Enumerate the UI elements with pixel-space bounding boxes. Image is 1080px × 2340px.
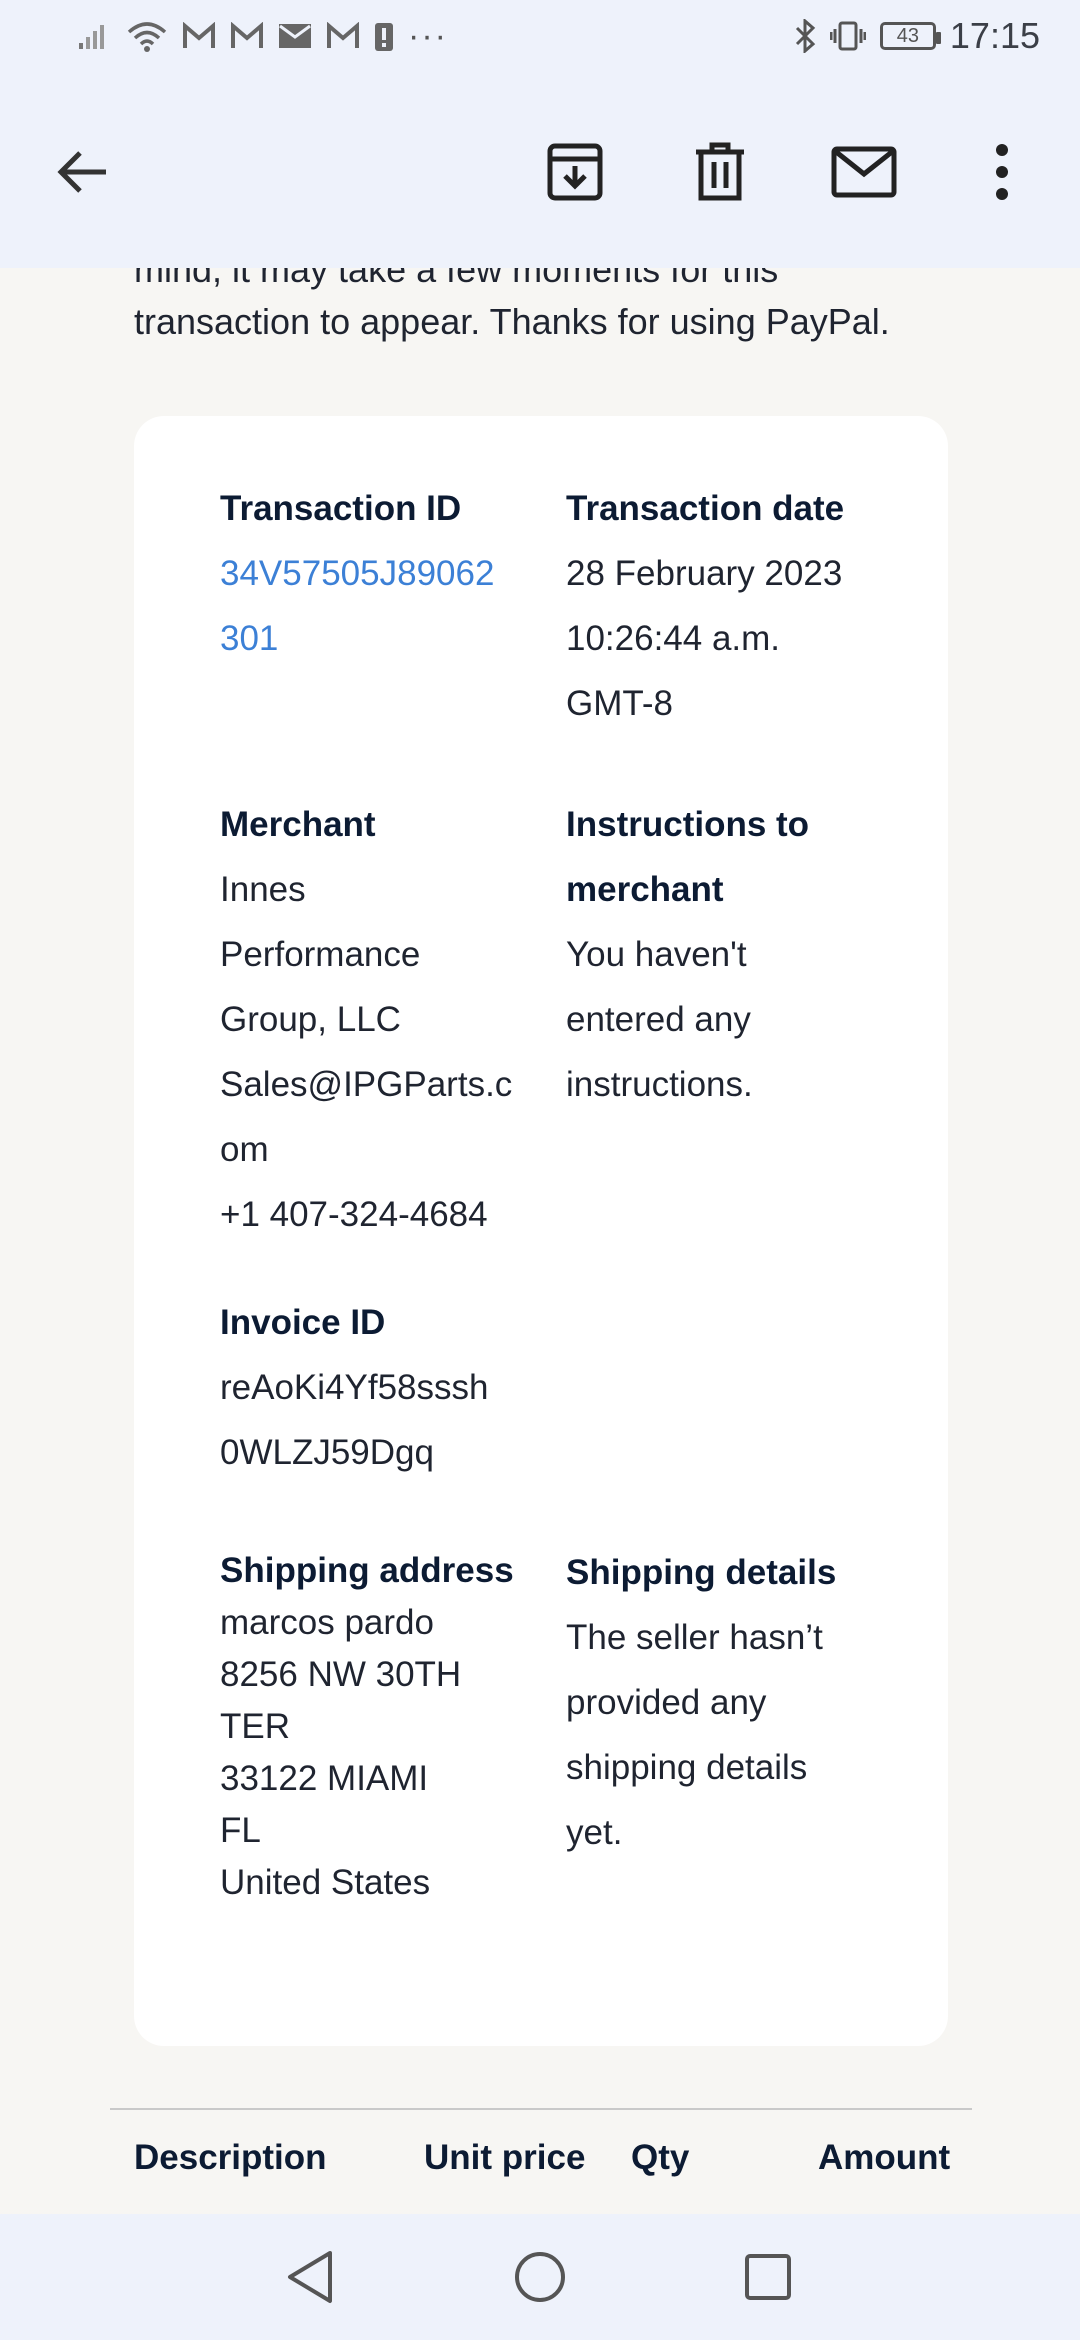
shipping-details-line: yet. <box>566 1813 623 1852</box>
shipping-details-line: provided any <box>566 1683 767 1722</box>
delete-icon <box>696 142 744 201</box>
shipping-details-line: shipping details <box>566 1748 808 1787</box>
merchant-line: Performance <box>220 935 421 974</box>
nav-recents-button[interactable] <box>738 2247 798 2307</box>
invoice-id-line: reAoKi4Yf58sssh <box>220 1368 489 1407</box>
intro-line: transaction to appear. Thanks for using … <box>134 301 890 342</box>
status-bar: ··· 43 17:15 <box>0 0 1080 72</box>
battery-indicator: 43 <box>879 22 941 50</box>
shipping-address-line: United States <box>220 1863 431 1902</box>
invoice-id-field: Invoice ID reAoKi4Yf58sssh 0WLZJ59Dgq <box>220 1290 520 1485</box>
shipping-address-label: Shipping address <box>220 1551 514 1590</box>
transaction-id-link[interactable]: 34V57505J89062 301 <box>220 541 520 671</box>
shipping-address-line: 8256 NW 30TH <box>220 1655 462 1694</box>
table-divider <box>110 2108 972 2110</box>
archive-icon <box>547 143 603 201</box>
wifi-icon <box>126 20 168 52</box>
merchant-phone[interactable]: +1 407-324-4684 <box>220 1182 520 1247</box>
merchant-label: Merchant <box>220 805 376 844</box>
transaction-date-line: 10:26:44 a.m. <box>566 619 781 658</box>
intro-line: mind, it may take a few moments for this <box>134 268 779 290</box>
status-right: 43 17:15 <box>794 15 1040 57</box>
merchant-email-line[interactable]: om <box>220 1117 520 1182</box>
gmail-icon <box>230 22 264 50</box>
merchant-line: Group, LLC <box>220 1000 401 1039</box>
email-toolbar <box>0 72 1080 268</box>
back-arrow-icon <box>57 151 106 193</box>
nav-home-button[interactable] <box>510 2247 570 2307</box>
transaction-date-label: Transaction date <box>566 489 845 528</box>
amount-header: Amount <box>818 2138 951 2177</box>
instructions-line: entered any <box>566 1000 751 1039</box>
description-header: Description <box>134 2138 327 2177</box>
more-options-button[interactable] <box>962 132 1042 212</box>
mark-unread-icon <box>831 146 897 198</box>
shipping-details-label: Shipping details <box>566 1553 837 1592</box>
instructions-label: Instructions to <box>566 805 810 844</box>
transaction-date-line: GMT-8 <box>566 684 673 723</box>
nav-home-icon <box>515 2252 565 2302</box>
status-left: ··· <box>78 17 448 56</box>
signal-icon <box>78 21 112 51</box>
transaction-id-field: Transaction ID 34V57505J89062 301 <box>220 476 520 671</box>
shipping-address-line: FL <box>220 1811 261 1850</box>
shipping-details-field: Shipping details The seller hasn’t provi… <box>566 1540 906 1865</box>
mark-unread-button[interactable] <box>824 132 904 212</box>
merchant-email-line[interactable]: Sales@IPGParts.c <box>220 1052 520 1117</box>
invoice-id-label: Invoice ID <box>220 1303 386 1342</box>
transaction-date-field: Transaction date 28 February 2023 10:26:… <box>566 476 906 736</box>
archive-button[interactable] <box>535 132 615 212</box>
merchant-line: Innes <box>220 870 306 909</box>
transaction-id-line: 301 <box>220 619 279 658</box>
intro-text: mind, it may take a few moments for this… <box>134 268 974 348</box>
clock: 17:15 <box>949 15 1040 56</box>
nav-recents-icon <box>745 2254 791 2300</box>
instructions-line: You haven't <box>566 935 747 974</box>
delete-button[interactable] <box>680 132 760 212</box>
overflow-dots: ··· <box>408 16 448 55</box>
instructions-field: Instructions to merchant You haven't ent… <box>566 792 906 1117</box>
instructions-line: instructions. <box>566 1065 753 1104</box>
transaction-id-line: 34V57505J89062 <box>220 554 495 593</box>
nav-back-icon <box>288 2251 332 2303</box>
bluetooth-icon <box>794 19 816 53</box>
shipping-address-field: Shipping address marcos pardo 8256 NW 30… <box>220 1545 540 1909</box>
transaction-date-line: 28 February 2023 <box>566 554 843 593</box>
merchant-field: Merchant Innes Performance Group, LLC Sa… <box>220 792 520 1247</box>
more-vert-icon <box>996 144 1008 200</box>
gmail-icon <box>182 22 216 50</box>
back-button[interactable] <box>42 132 122 212</box>
shipping-details-line: The seller hasn’t <box>566 1618 823 1657</box>
email-body[interactable]: mind, it may take a few moments for this… <box>48 268 1032 2214</box>
unit-price-header: Unit price <box>424 2138 586 2177</box>
vibrate-icon <box>829 21 866 51</box>
qty-header: Qty <box>631 2138 690 2177</box>
gmail-icon <box>326 22 360 50</box>
invoice-id-line: 0WLZJ59Dgq <box>220 1433 434 1472</box>
alert-icon <box>374 20 394 52</box>
transaction-details-card: Transaction ID 34V57505J89062 301 Transa… <box>134 416 948 2046</box>
transaction-id-label: Transaction ID <box>220 489 462 528</box>
shipping-address-line: marcos pardo <box>220 1603 434 1642</box>
instructions-label: merchant <box>566 870 724 909</box>
nav-back-button[interactable] <box>280 2247 340 2307</box>
system-navigation-bar <box>0 2214 1080 2340</box>
shipping-address-line: TER <box>220 1707 290 1746</box>
mail-icon <box>278 23 312 49</box>
shipping-address-line: 33122 MIAMI <box>220 1759 429 1798</box>
